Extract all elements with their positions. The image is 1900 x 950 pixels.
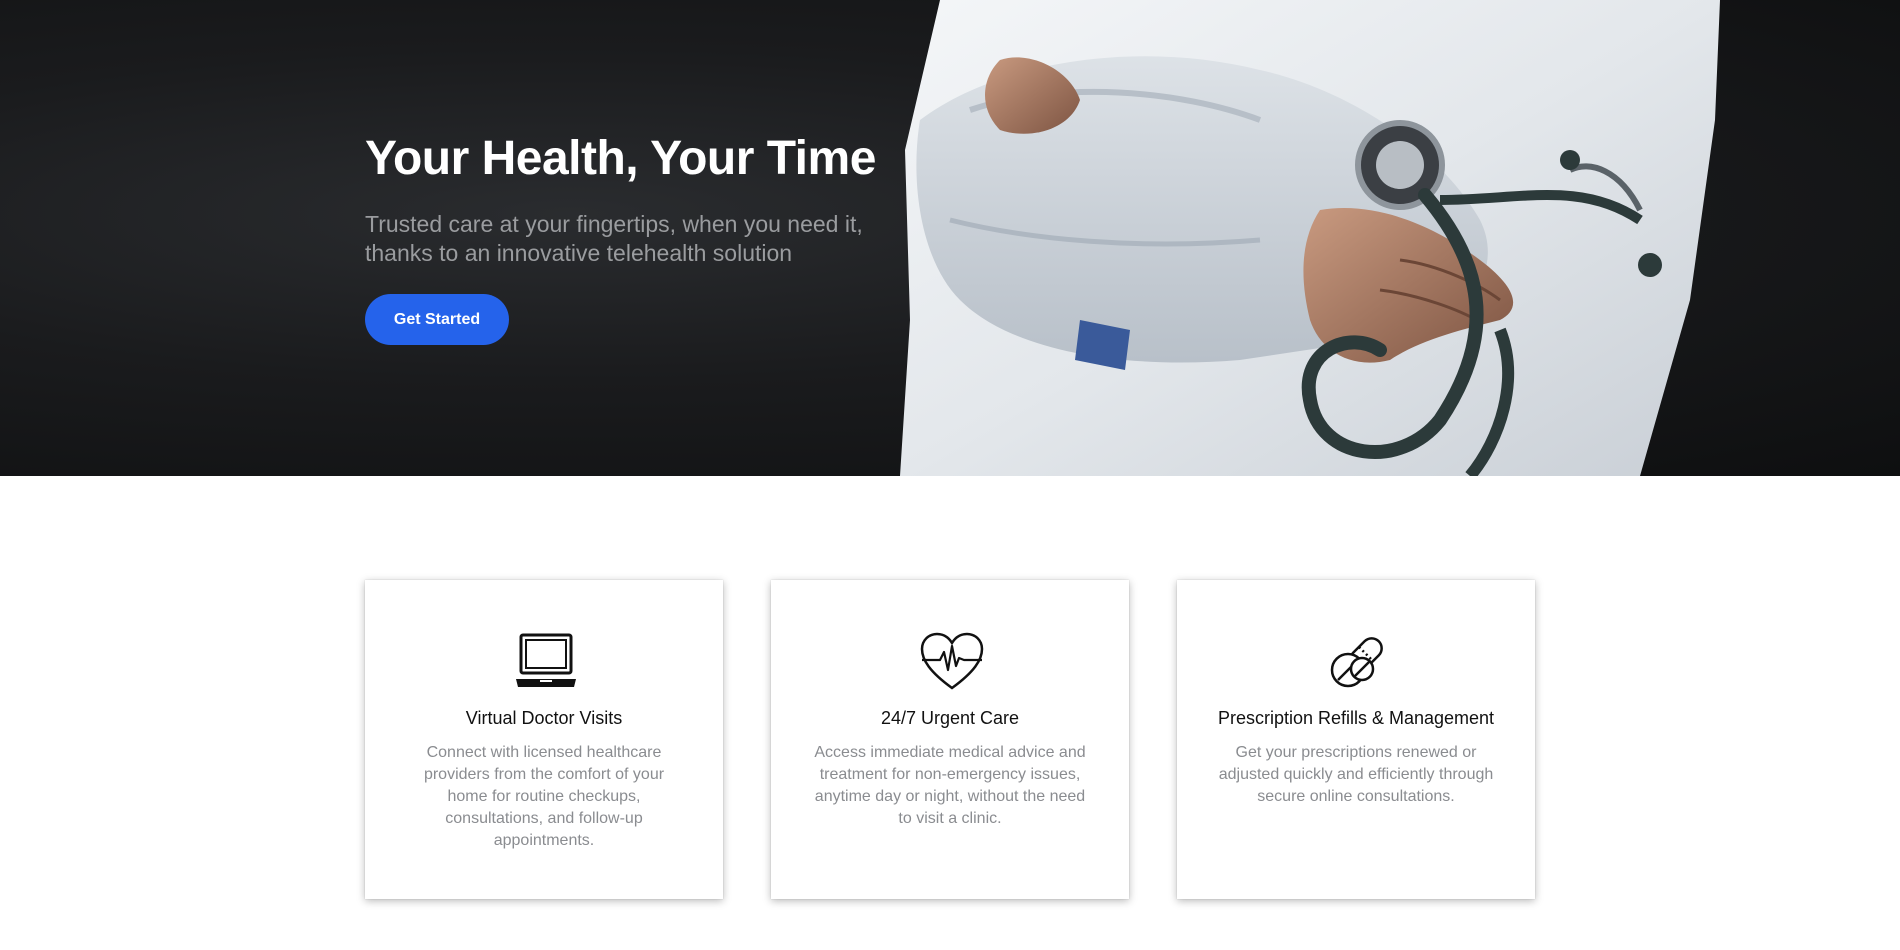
feature-description: Access immediate medical advice and trea… — [814, 744, 1086, 827]
feature-card-virtual-visits: Virtual Doctor Visits Connect with licen… — [365, 580, 723, 899]
hero-text-block: Your Health, Your Time Trusted care at y… — [365, 128, 925, 268]
feature-title: 24/7 Urgent Care — [880, 708, 1020, 728]
feature-description: Get your prescriptions renewed or adjust… — [1218, 744, 1494, 805]
get-started-button[interactable]: Get Started — [365, 294, 509, 345]
feature-card-prescriptions: Prescription Refills & Management Get yo… — [1177, 580, 1535, 899]
hero-section: Your Health, Your Time Trusted care at y… — [0, 0, 1900, 476]
feature-title: Virtual Doctor Visits — [465, 708, 623, 728]
laptop-icon — [516, 633, 576, 687]
feature-description: Connect with licensed healthcare provide… — [423, 744, 665, 849]
doctor-with-stethoscope-photo — [900, 0, 1720, 476]
heart-pulse-icon — [920, 632, 984, 690]
hero-title: Your Health, Your Time — [365, 132, 876, 185]
pills-icon — [1330, 637, 1383, 688]
feature-title: Prescription Refills & Management — [1217, 708, 1495, 728]
hero-subtitle: Trusted care at your fingertips, when yo… — [365, 211, 863, 266]
feature-card-urgent-care: 24/7 Urgent Care Access immediate medica… — [771, 580, 1129, 899]
